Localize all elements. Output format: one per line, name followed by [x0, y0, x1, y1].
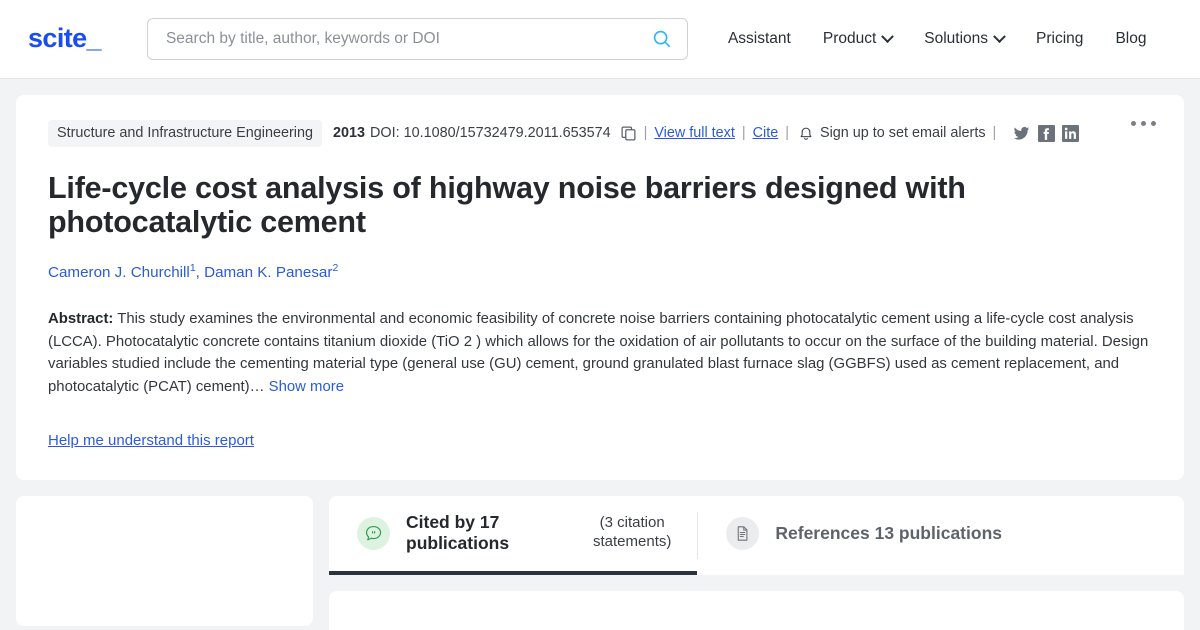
page-title: Life-cycle cost analysis of highway nois… [48, 171, 966, 240]
paper-meta-row: Structure and Infrastructure Engineering… [48, 119, 1156, 147]
search-icon[interactable] [651, 28, 673, 50]
search-input[interactable] [163, 29, 651, 49]
citation-statements-line1: (3 citation [599, 514, 665, 532]
more-options-icon[interactable] [1125, 115, 1162, 132]
author-link[interactable]: Cameron J. Churchill [48, 264, 190, 281]
show-more-link[interactable]: Show more [269, 379, 344, 395]
site-header: scite_ Assistant Product Solutions Prici… [0, 0, 1200, 79]
social-share-group [1012, 124, 1080, 142]
main-nav: Assistant Product Solutions Pricing Blog [712, 22, 1163, 56]
cite-link[interactable]: Cite [753, 125, 779, 141]
sidebar-panel [16, 495, 313, 626]
nav-label: Assistant [727, 30, 791, 47]
tab-bar: Cited by 17 publications (3 citation sta… [329, 495, 1184, 575]
nav-item-blog[interactable]: Blog [1099, 22, 1162, 56]
nav-item-assistant[interactable]: Assistant [712, 22, 807, 56]
tabs-column: Cited by 17 publications (3 citation sta… [329, 495, 1184, 630]
publication-year: 2013 [332, 125, 365, 141]
tab-references[interactable]: References 13 publications [698, 496, 1028, 575]
authors-list: Cameron J. Churchill1, Daman K. Panesar2 [48, 262, 1156, 281]
dot [1151, 121, 1156, 126]
meta-separator: | [785, 125, 789, 141]
citation-bubble-icon [357, 516, 390, 550]
tab-references-label: References 13 publications [775, 522, 1002, 543]
view-full-text-link[interactable]: View full text [654, 125, 735, 141]
chevron-down-icon [993, 29, 1006, 43]
document-icon [726, 516, 760, 550]
twitter-icon[interactable] [1012, 125, 1031, 142]
abstract-body: This study examines the environmental an… [48, 310, 1149, 395]
bell-icon[interactable] [798, 125, 814, 142]
tab-cited-by-label: Cited by 17 publications [406, 511, 510, 554]
search-bar[interactable] [146, 18, 688, 60]
meta-separator: | [741, 125, 746, 141]
nav-label: Product [822, 30, 877, 47]
authors-separator: , [195, 263, 205, 281]
nav-item-solutions[interactable]: Solutions [908, 22, 1020, 56]
nav-item-product[interactable]: Product [807, 22, 908, 56]
paper-card: Structure and Infrastructure Engineering… [16, 95, 1184, 480]
meta-separator: | [643, 125, 648, 141]
journal-badge[interactable]: Structure and Infrastructure Engineering [48, 119, 322, 147]
nav-label: Pricing [1036, 30, 1084, 47]
scite-logo[interactable]: scite_ [28, 23, 102, 56]
citation-statements-line2: statements) [593, 533, 672, 551]
linkedin-icon[interactable] [1062, 124, 1080, 142]
nav-item-pricing[interactable]: Pricing [1020, 22, 1099, 56]
abstract-text: Abstract: This study examines the enviro… [48, 308, 1156, 399]
citation-statements-count: (3 citation statements) [593, 514, 671, 552]
page-body: Structure and Infrastructure Engineering… [0, 79, 1200, 480]
abstract-label: Abstract: [48, 310, 114, 327]
help-understand-report-link[interactable]: Help me understand this report [48, 432, 254, 449]
meta-separator: | [992, 125, 997, 141]
lower-section: Cited by 17 publications (3 citation sta… [0, 480, 1200, 630]
email-alerts-label[interactable]: Sign up to set email alerts [820, 125, 986, 141]
tab-cited-by[interactable]: Cited by 17 publications (3 citation sta… [329, 496, 698, 575]
copy-icon[interactable] [620, 125, 637, 142]
doi-text: DOI: 10.1080/15732479.2011.653574 [370, 125, 611, 141]
author-link[interactable]: Daman K. Panesar [204, 264, 332, 281]
chevron-down-icon [881, 29, 895, 43]
dot [1131, 121, 1136, 126]
nav-label: Blog [1115, 30, 1147, 47]
author-affiliation: 2 [332, 261, 339, 274]
tab-content-panel [329, 590, 1184, 630]
dot [1141, 121, 1146, 126]
facebook-icon[interactable] [1038, 124, 1056, 142]
nav-label: Solutions [924, 30, 989, 47]
